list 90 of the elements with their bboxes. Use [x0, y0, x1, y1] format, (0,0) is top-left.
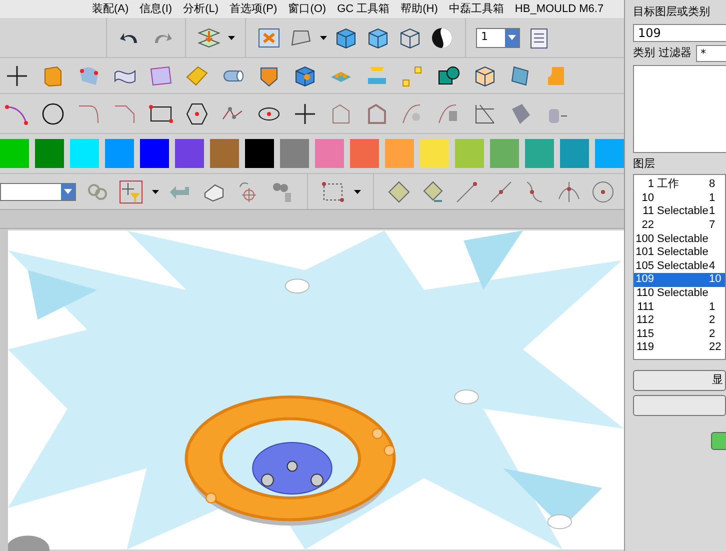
layer-number: 10 — [640, 192, 654, 204]
caret-icon[interactable] — [354, 190, 361, 194]
selection-filter-dropdown[interactable] — [0, 182, 76, 200]
menu-item[interactable]: GC 工具箱 — [337, 0, 390, 18]
layer-status: Selectable — [657, 247, 708, 258]
object-count: 1 — [709, 302, 716, 313]
color-swatch[interactable] — [70, 139, 99, 168]
object-count: 1 — [709, 192, 716, 204]
circle-icon[interactable] — [40, 100, 66, 126]
layer-list[interactable]: 1 工作 8 10 1 11 Selectable1 22 7 100 Selectable 101 Selectable 105 Selectable4 109 10 110 Selectable 111 1 112 2 115 2 119 22 — [633, 174, 726, 360]
layer-status: Selectable — [657, 260, 708, 272]
caret-icon[interactable] — [228, 36, 235, 40]
layer-number: 100 — [634, 234, 654, 245]
color-swatch[interactable] — [560, 139, 589, 168]
color-swatch[interactable] — [210, 139, 239, 168]
layer-row[interactable]: 115 2 — [634, 328, 725, 342]
menu-item[interactable]: 帮助(H) — [400, 0, 438, 18]
layer-row[interactable]: 112 2 — [634, 314, 725, 328]
layer-number: 119 — [635, 342, 654, 354]
menu-item[interactable]: HB_MOULD M6.7 — [514, 0, 604, 18]
layer-number: 1 — [646, 179, 654, 190]
layer-status: 工作 — [657, 179, 679, 190]
panel-button[interactable] — [633, 395, 726, 416]
layer-number: 105 — [634, 260, 654, 272]
caret-icon[interactable] — [320, 36, 327, 40]
target-layer-field[interactable]: 109 — [633, 24, 726, 42]
color-swatch[interactable] — [385, 139, 414, 168]
layer-row[interactable]: 10 1 — [634, 192, 725, 206]
layer-row[interactable]: 111 1 — [634, 300, 725, 314]
color-swatch[interactable] — [525, 139, 554, 168]
color-swatch[interactable] — [105, 139, 134, 168]
object-count: 7 — [709, 220, 716, 232]
layer-dropdown[interactable]: 1 — [476, 28, 520, 48]
category-list[interactable] — [633, 64, 726, 152]
color-swatch[interactable] — [35, 139, 64, 168]
layer-row[interactable]: 1 工作 8 — [634, 178, 725, 192]
layer-number: 110 — [635, 288, 654, 300]
layer-row[interactable]: 110 Selectable — [634, 286, 725, 300]
menu-item[interactable]: 分析(L) — [183, 0, 219, 18]
layer-row[interactable]: 105 Selectable4 — [634, 260, 725, 274]
layer-row[interactable]: 11 Selectable1 — [634, 205, 725, 219]
mid-point-icon[interactable] — [488, 178, 514, 204]
color-swatch[interactable] — [140, 139, 169, 168]
layer-number: 11 — [642, 206, 654, 218]
show-button[interactable]: 显 — [633, 370, 726, 391]
filter-crosshair-icon[interactable] — [118, 178, 144, 204]
color-swatch[interactable] — [175, 139, 204, 168]
color-swatch[interactable] — [595, 139, 624, 168]
color-swatch[interactable] — [0, 139, 29, 168]
layers-label: 图层 — [633, 156, 656, 172]
layer-number: 112 — [635, 315, 654, 326]
layer-row[interactable]: 109 10 — [634, 273, 725, 287]
layer-number: 109 — [634, 274, 654, 286]
layer-number: 111 — [636, 302, 654, 313]
object-count: 22 — [709, 342, 722, 354]
layer-number: 101 — [634, 247, 654, 258]
layer-row[interactable]: 100 Selectable — [634, 232, 725, 246]
menu-item[interactable]: 中磊工具箱 — [448, 0, 504, 18]
snap-diamond-icon[interactable] — [386, 178, 412, 204]
caret-icon[interactable] — [152, 190, 159, 194]
layer-number: 22 — [640, 220, 654, 232]
layer-status: Selectable — [657, 206, 708, 218]
object-count: 2 — [709, 315, 716, 326]
color-swatch[interactable] — [420, 139, 449, 168]
category-filter-label: 类别 过滤器 — [633, 44, 692, 61]
arc-center-icon[interactable] — [590, 178, 616, 204]
object-count: 1 — [709, 206, 716, 218]
layer-row[interactable]: 22 7 — [634, 218, 725, 232]
menu-item[interactable]: 信息(I) — [140, 0, 172, 18]
color-swatch[interactable] — [490, 139, 519, 168]
object-count: 2 — [709, 328, 716, 340]
layer-row[interactable]: 101 Selectable — [634, 246, 725, 260]
layer-number: 115 — [635, 328, 654, 340]
target-layer-label: 目标图层或类别 — [633, 4, 711, 20]
menu-item[interactable]: 窗口(O) — [288, 0, 326, 18]
menu-item[interactable]: 装配(A) — [92, 0, 129, 18]
layer-row[interactable]: 119 22 — [634, 341, 725, 355]
object-count: 10 — [709, 274, 722, 286]
object-count: 8 — [709, 179, 716, 190]
layer-status: Selectable — [657, 234, 708, 245]
object-count: 4 — [709, 260, 716, 272]
color-swatch[interactable] — [455, 139, 484, 168]
layer-status: Selectable — [657, 288, 708, 300]
menu-item[interactable]: 首选项(P) — [230, 0, 278, 18]
color-swatch[interactable] — [315, 139, 344, 168]
color-swatch[interactable] — [350, 139, 379, 168]
color-swatch[interactable] — [280, 139, 309, 168]
hexagon-icon[interactable] — [184, 100, 210, 126]
category-filter-field[interactable]: * — [696, 44, 726, 62]
color-swatch[interactable] — [245, 139, 274, 168]
